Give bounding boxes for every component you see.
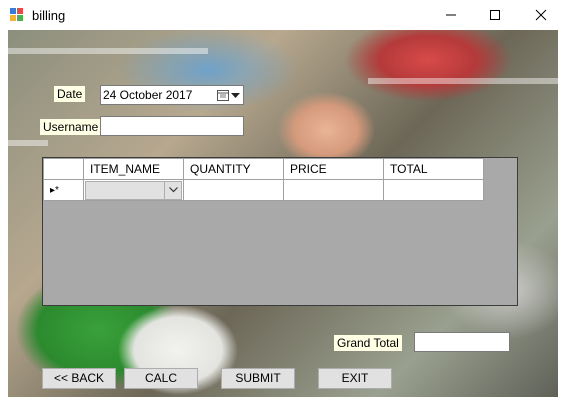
grid-header-row: ITEM_NAME QUANTITY PRICE TOTAL (43, 158, 484, 180)
column-header-item-name[interactable]: ITEM_NAME (83, 158, 184, 180)
date-value: 24 October 2017 (103, 88, 193, 102)
close-icon (535, 9, 547, 21)
billing-window: billing Date 24 October 2017 Username IT… (0, 0, 566, 405)
shelf-stripe (8, 140, 48, 146)
date-label: Date (54, 86, 86, 102)
price-cell[interactable] (283, 179, 384, 201)
total-cell[interactable] (383, 179, 484, 201)
calendar-icon (217, 90, 229, 101)
calc-button[interactable]: CALC (124, 368, 198, 389)
shelf-stripe (368, 78, 558, 84)
quantity-cell[interactable] (183, 179, 284, 201)
submit-button[interactable]: SUBMIT (221, 368, 295, 389)
chevron-down-icon (231, 93, 240, 98)
back-button[interactable]: << BACK (42, 368, 116, 389)
title-bar: billing (0, 0, 566, 30)
window-title: billing (32, 8, 66, 23)
column-header-price[interactable]: PRICE (283, 158, 384, 180)
new-row-marker[interactable]: ▸* (43, 179, 84, 201)
app-icon (10, 8, 24, 22)
username-field[interactable] (100, 116, 244, 136)
item-name-dropdown[interactable] (85, 180, 182, 200)
table-row[interactable]: ▸* (43, 179, 484, 201)
column-header-quantity[interactable]: QUANTITY (183, 158, 284, 180)
maximize-icon (490, 10, 500, 20)
username-label: Username (40, 119, 102, 135)
chevron-down-icon[interactable] (164, 181, 181, 199)
minimize-icon (446, 14, 456, 16)
exit-button[interactable]: EXIT (318, 368, 392, 389)
grand-total-label: Grand Total (334, 335, 402, 351)
form-background: Date 24 October 2017 Username ITEM_NAME … (8, 30, 558, 397)
shelf-stripe (8, 48, 208, 54)
billing-grid[interactable]: ITEM_NAME QUANTITY PRICE TOTAL ▸* (42, 157, 518, 306)
item-name-cell[interactable] (83, 179, 184, 201)
grid-corner-cell (43, 158, 84, 180)
date-picker[interactable]: 24 October 2017 (100, 85, 244, 105)
maximize-button[interactable] (472, 0, 518, 30)
minimize-button[interactable] (428, 0, 474, 30)
close-button[interactable] (518, 0, 564, 30)
column-header-total[interactable]: TOTAL (383, 158, 484, 180)
grand-total-field[interactable] (414, 332, 510, 352)
